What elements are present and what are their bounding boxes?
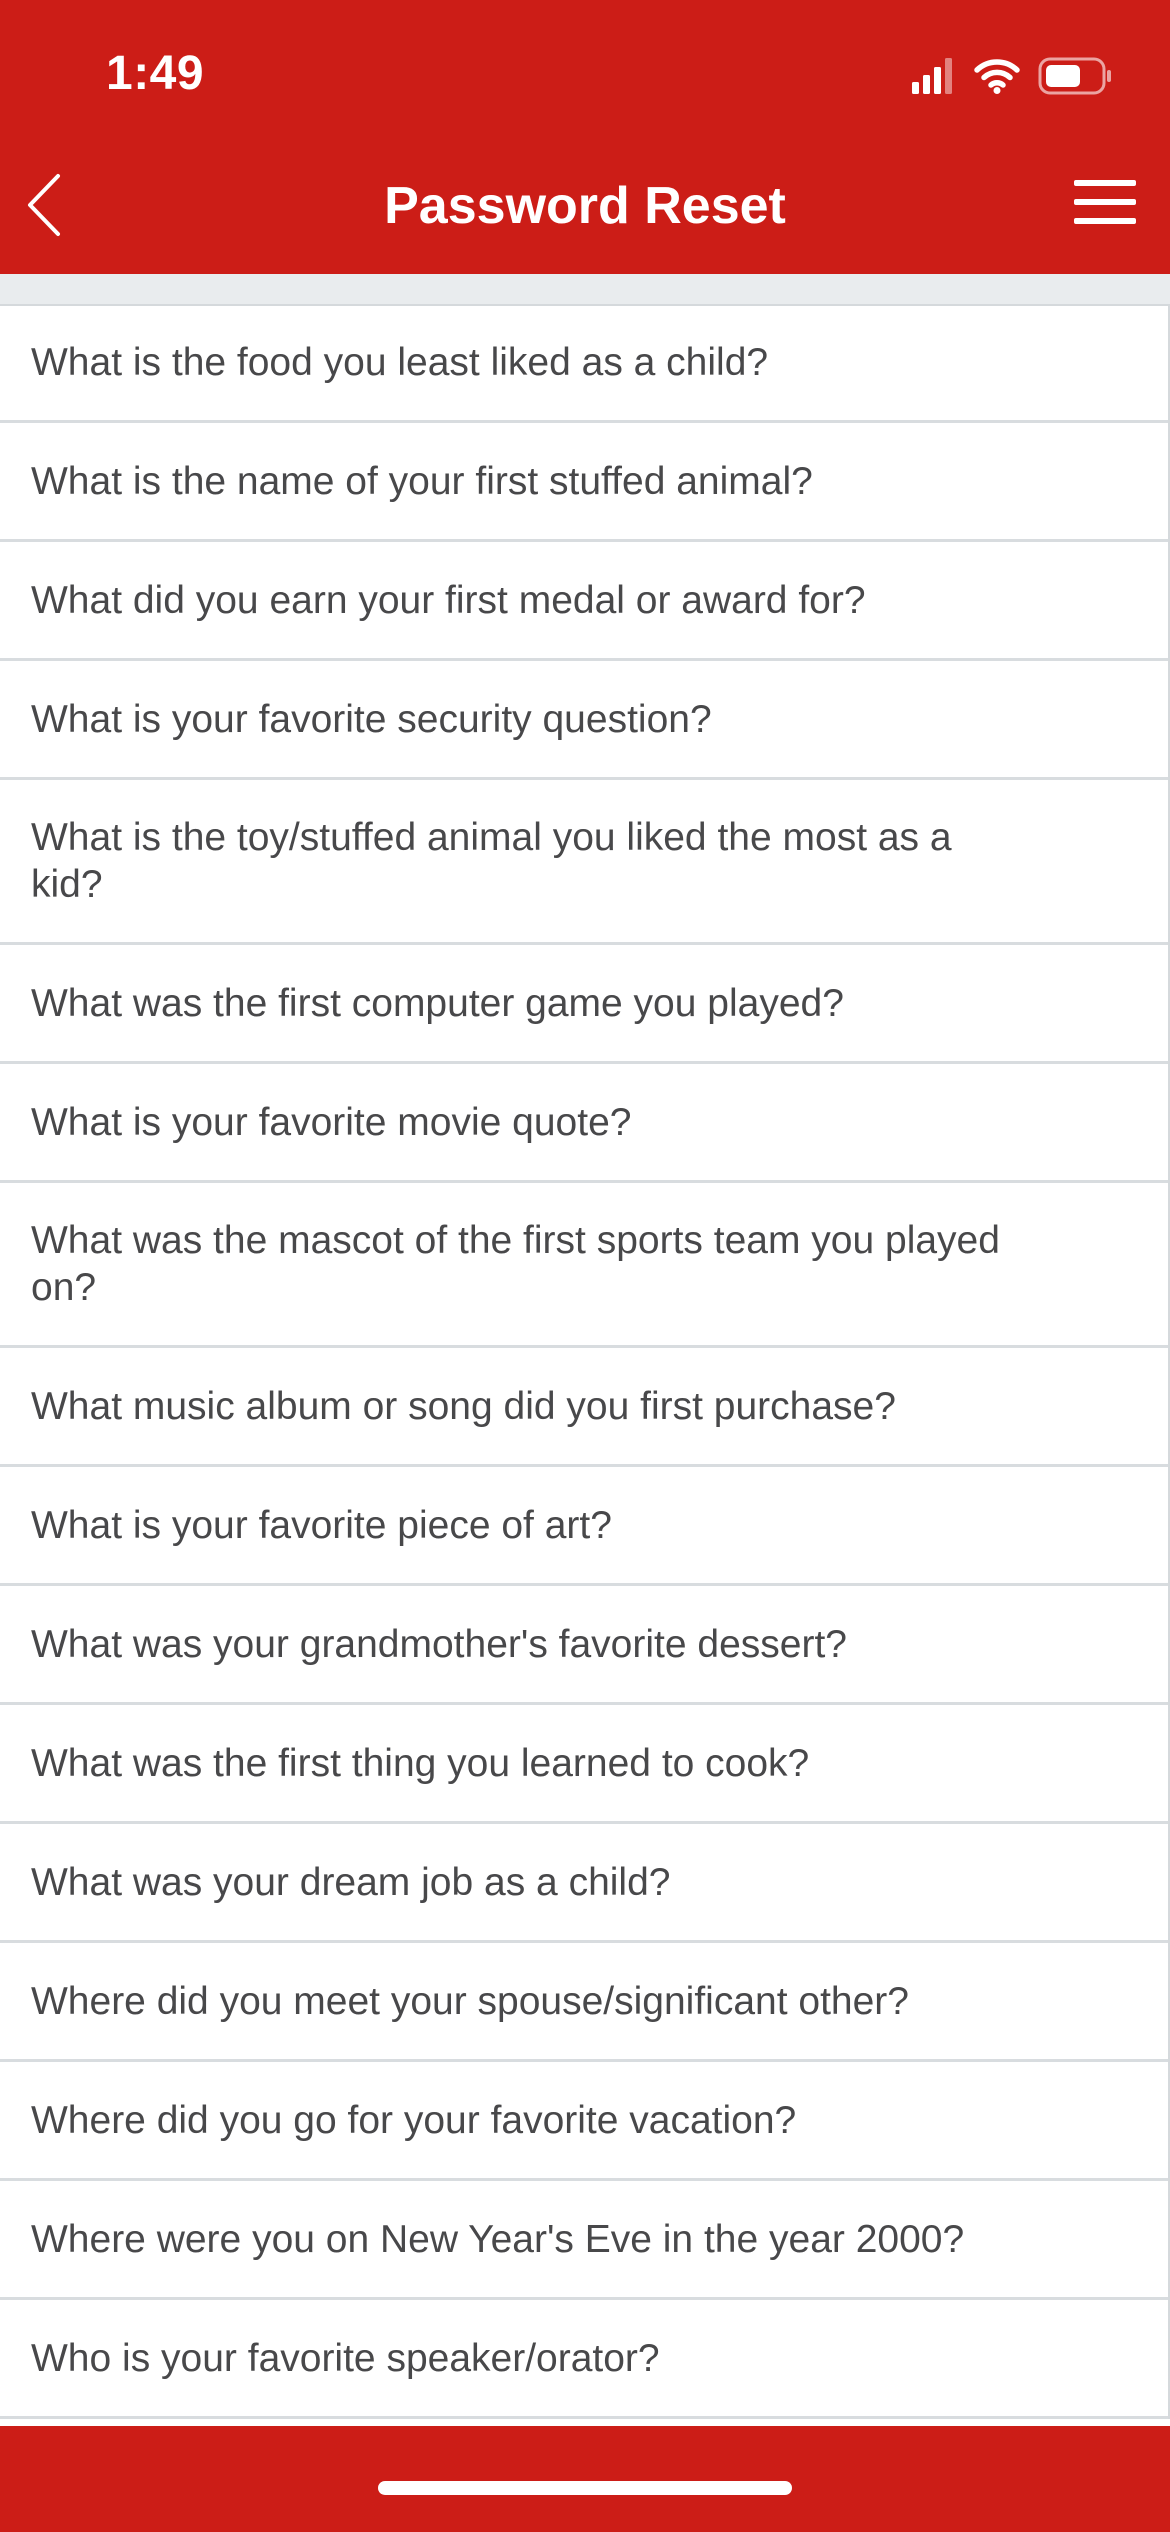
- list-item[interactable]: What is your favorite security question?: [0, 661, 1168, 780]
- list-item[interactable]: Where were you on New Year's Eve in the …: [0, 2181, 1168, 2300]
- question-text: What is the name of your first stuffed a…: [31, 459, 813, 503]
- question-text: Where did you go for your favorite vacat…: [31, 2098, 797, 2142]
- list-item[interactable]: Who is your favorite speaker/orator?: [0, 2300, 1168, 2419]
- header-bar: 1:49 Password Reset: [0, 0, 1170, 274]
- question-text: What did you earn your first medal or aw…: [31, 578, 866, 622]
- question-text: Where were you on New Year's Eve in the …: [31, 2217, 965, 2261]
- question-text: What was your grandmother's favorite des…: [31, 1622, 847, 1666]
- question-text: Where did you meet your spouse/significa…: [31, 1979, 909, 2023]
- list-item[interactable]: What was the mascot of the first sports …: [0, 1183, 1168, 1348]
- list-top-separator: [0, 274, 1170, 306]
- list-item[interactable]: What is the name of your first stuffed a…: [0, 423, 1168, 542]
- question-text: What was the mascot of the first sports …: [31, 1219, 1000, 1309]
- question-text: Who is your favorite speaker/orator?: [31, 2336, 660, 2380]
- bottom-bar: [0, 2426, 1170, 2532]
- list-item[interactable]: What was the first computer game you pla…: [0, 945, 1168, 1064]
- question-text: What was the first thing you learned to …: [31, 1741, 810, 1785]
- question-text: What is the toy/stuffed animal you liked…: [31, 816, 952, 906]
- question-text: What is your favorite security question?: [31, 697, 712, 741]
- list-item[interactable]: What is the food you least liked as a ch…: [0, 304, 1168, 423]
- question-text: What is the food you least liked as a ch…: [31, 340, 769, 384]
- status-icons: [912, 52, 1114, 100]
- question-text: What is your favorite piece of art?: [31, 1503, 612, 1547]
- list-item[interactable]: What was the first thing you learned to …: [0, 1705, 1168, 1824]
- wifi-icon: [974, 59, 1020, 94]
- list-item[interactable]: Where did you go for your favorite vacat…: [0, 2062, 1168, 2181]
- home-indicator[interactable]: [378, 2481, 792, 2495]
- list-item[interactable]: What is your favorite movie quote?: [0, 1064, 1168, 1183]
- list-item[interactable]: Where did you meet your spouse/significa…: [0, 1943, 1168, 2062]
- list-item[interactable]: What did you earn your first medal or aw…: [0, 542, 1168, 661]
- status-time: 1:49: [106, 47, 205, 100]
- cellular-signal-icon: [912, 58, 952, 94]
- question-text: What is your favorite movie quote?: [31, 1100, 632, 1144]
- page-title: Password Reset: [384, 177, 786, 235]
- security-question-list: What is the food you least liked as a ch…: [0, 304, 1170, 2419]
- menu-button[interactable]: [1074, 176, 1140, 232]
- list-item[interactable]: What is your favorite piece of art?: [0, 1467, 1168, 1586]
- list-item[interactable]: What music album or song did you first p…: [0, 1348, 1168, 1467]
- question-text: What music album or song did you first p…: [31, 1384, 896, 1428]
- question-text: What was the first computer game you pla…: [31, 981, 844, 1025]
- list-item[interactable]: What was your dream job as a child?: [0, 1824, 1168, 1943]
- hamburger-menu-icon: [1074, 180, 1136, 186]
- list-item[interactable]: What was your grandmother's favorite des…: [0, 1586, 1168, 1705]
- battery-icon: [1038, 57, 1111, 95]
- list-item[interactable]: What is the toy/stuffed animal you liked…: [0, 780, 1168, 945]
- question-text: What was your dream job as a child?: [31, 1860, 671, 1904]
